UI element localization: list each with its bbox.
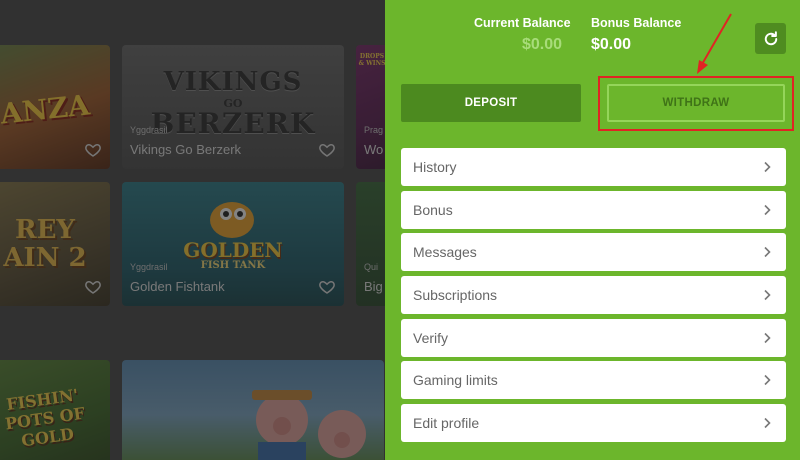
account-menu: History Bonus Messages Subscriptions Ver… — [401, 148, 786, 447]
game-art-text: VIKINGS — [163, 67, 303, 97]
game-tile[interactable]: Qui Big — [356, 182, 385, 306]
game-provider: Prag — [364, 125, 384, 135]
game-art-text: GOLDEN — [183, 238, 283, 262]
game-tile[interactable]: ANZA — [0, 45, 110, 169]
chevron-right-icon — [764, 418, 771, 429]
heart-icon[interactable] — [84, 278, 102, 296]
game-tile[interactable] — [122, 360, 384, 460]
game-name[interactable]: Golden Fishtank — [130, 279, 225, 294]
game-tile[interactable]: FISHIN' POTS OF GOLD — [0, 360, 110, 460]
menu-item-label: History — [413, 159, 457, 175]
heart-icon[interactable] — [318, 278, 336, 296]
menu-item-label: Verify — [413, 329, 449, 346]
pig-farmer-art — [252, 390, 366, 460]
current-balance-label: Current Balance — [474, 16, 571, 30]
menu-item-label: Bonus — [413, 201, 453, 218]
game-tile[interactable]: VIKINGS GO BERZERK Yggdrasil Vikings Go … — [122, 45, 344, 169]
game-art-text: DROPS & WINS — [358, 53, 385, 67]
menu-item-label: Edit profile — [413, 415, 480, 432]
refresh-button[interactable] — [755, 23, 786, 54]
chevron-right-icon — [764, 247, 771, 258]
current-balance-value: $0.00 — [522, 36, 563, 53]
heart-icon[interactable] — [318, 141, 336, 159]
menu-item-edit-profile[interactable]: Edit profile — [401, 404, 786, 443]
game-tile[interactable]: REY AIN 2 — [0, 182, 110, 306]
chevron-right-icon — [764, 204, 771, 215]
game-art-text: BERZERK — [150, 107, 316, 140]
game-tile[interactable]: DROPS & WINS Prag Wo — [356, 45, 385, 169]
menu-item-gaming-limits[interactable]: Gaming limits — [401, 361, 786, 400]
account-panel: Current Balance $0.00 Bonus Balance $0.0… — [385, 0, 800, 460]
game-provider: Yggdrasil — [130, 262, 168, 272]
refresh-icon — [764, 30, 777, 45]
bonus-balance-value: $0.00 — [591, 36, 632, 53]
chevron-right-icon — [764, 332, 771, 343]
menu-item-label: Gaming limits — [413, 372, 498, 389]
menu-item-verify[interactable]: Verify — [401, 318, 786, 357]
heart-icon[interactable] — [84, 141, 102, 159]
menu-item-subscriptions[interactable]: Subscriptions — [401, 276, 786, 315]
menu-item-messages[interactable]: Messages — [401, 233, 786, 272]
game-name[interactable]: Big — [364, 279, 383, 294]
game-provider: Yggdrasil — [130, 125, 168, 135]
game-name[interactable]: Wo — [364, 142, 383, 157]
withdraw-button[interactable]: WITHDRAW — [607, 84, 785, 122]
menu-item-label: Messages — [413, 244, 477, 261]
chevron-right-icon — [764, 375, 771, 386]
chevron-right-icon — [764, 289, 771, 301]
menu-item-bonus[interactable]: Bonus — [401, 190, 786, 229]
game-lobby: ANZA VIKINGS GO BERZERK Yggdrasil Viking… — [0, 0, 385, 460]
game-provider: Qui — [364, 262, 379, 272]
game-art-text: REY AIN 2 — [3, 215, 87, 273]
deposit-button[interactable]: DEPOSIT — [401, 84, 581, 122]
game-tile[interactable]: GOLDEN FISH TANK Yggdrasil Golden Fishta… — [122, 182, 344, 306]
game-name[interactable]: Vikings Go Berzerk — [130, 142, 241, 157]
menu-item-label: Subscriptions — [413, 287, 498, 304]
bonus-balance-label: Bonus Balance — [591, 16, 682, 30]
fish-icon — [210, 202, 254, 238]
menu-item-history[interactable]: History — [401, 148, 786, 186]
chevron-right-icon — [764, 161, 771, 173]
